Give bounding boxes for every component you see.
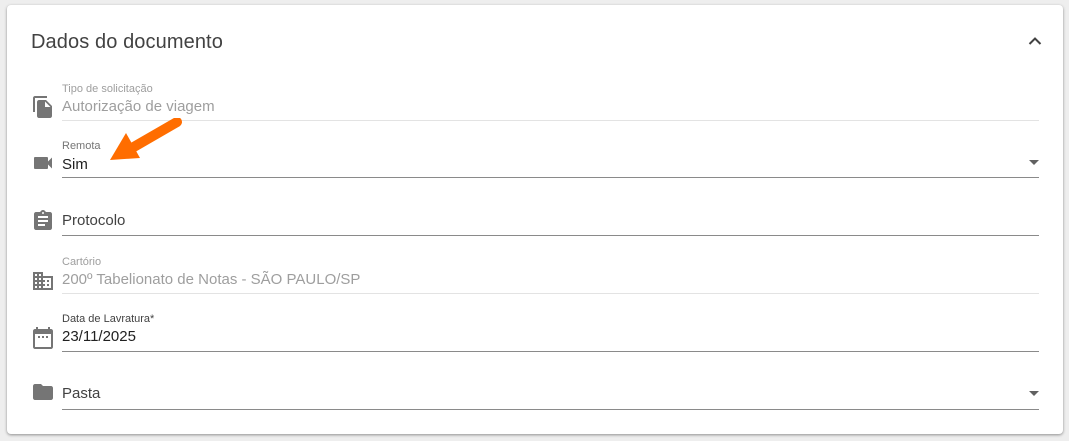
videocam-icon [34,157,52,169]
folder-icon [33,384,53,400]
field-tipo-solicitacao: Tipo de solicitação Autorização de viage… [31,83,1039,123]
document-data-card: Dados do documento Tipo de solicitação A… [7,5,1063,434]
field-value: Sim [62,156,88,173]
field-pasta-select[interactable]: Pasta [31,375,1039,411]
field-value: 23/11/2025 [62,328,136,345]
field-value: Autorização de viagem [62,98,215,115]
field-label: Cartório [62,256,102,268]
field-label: Tipo de solicitação [62,83,153,95]
field-cartorio: Cartório 200º Tabelionato de Notas - SÃO… [31,256,1039,296]
field-underline [62,293,1039,294]
card-title: Dados do documento [31,31,223,53]
field-data-lavratura[interactable]: Data de Lavratura* 23/11/2025 [31,313,1039,353]
dropdown-arrow-icon[interactable] [1029,391,1039,396]
building-icon [33,272,53,290]
file-copy-icon [33,96,52,118]
field-underline [62,177,1039,178]
field-underline [62,235,1039,236]
field-underline [62,351,1039,352]
field-label: Remota [62,140,101,152]
dropdown-arrow-icon[interactable] [1029,160,1039,165]
chevron-up-icon [1028,37,1042,45]
field-placeholder: Pasta [62,385,101,402]
field-value: 200º Tabelionato de Notas - SÃO PAULO/SP [62,271,361,288]
field-underline [62,409,1039,410]
calendar-icon [33,327,53,349]
field-placeholder: Protocolo [62,212,126,229]
field-protocolo-input[interactable]: Protocolo [31,202,1039,238]
orange-arrow-annotation [110,118,182,160]
collapse-button[interactable] [1023,29,1047,53]
field-label: Data de Lavratura* [62,313,155,325]
assignment-icon [34,210,52,230]
field-underline [62,120,1039,121]
